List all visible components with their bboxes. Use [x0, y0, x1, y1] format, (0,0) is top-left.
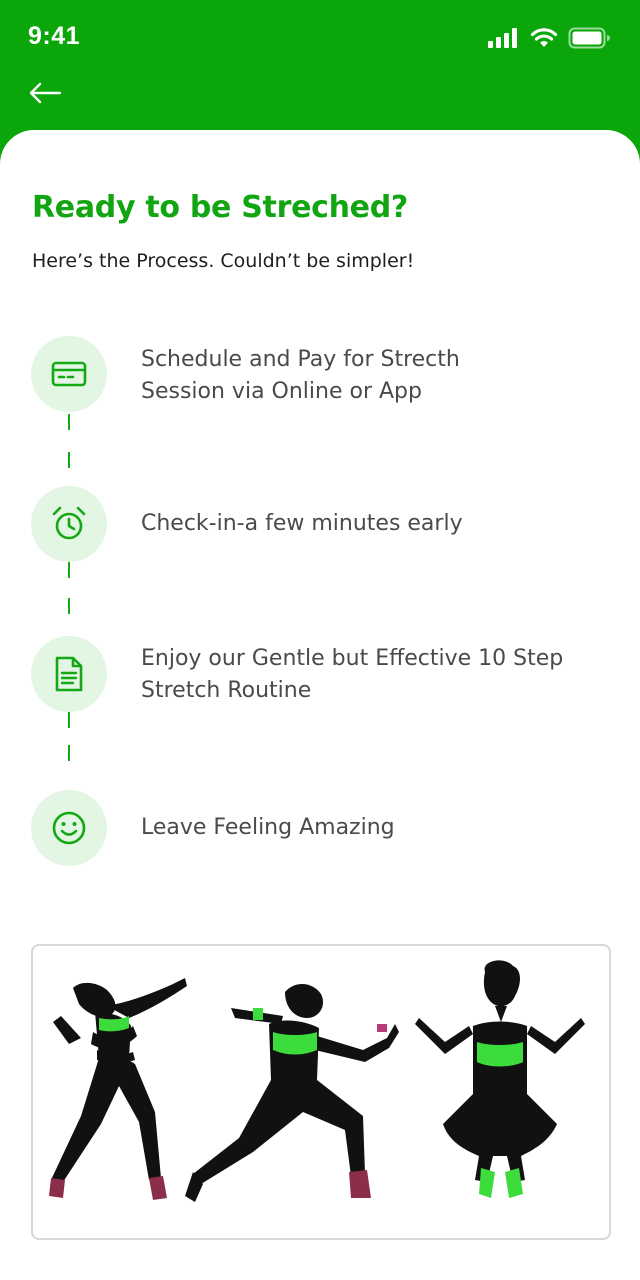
- status-time: 9:41: [28, 22, 81, 50]
- step-icon-circle: [31, 636, 107, 712]
- step-connector: [68, 745, 70, 761]
- step-icon-circle: [31, 790, 107, 866]
- step-text-line: Check-in-a few minutes early: [141, 511, 463, 536]
- step-text-line: Leave Feeling Amazing: [141, 815, 395, 840]
- dancer-silhouette: [415, 960, 585, 1182]
- fitness-image-card: [31, 944, 611, 1240]
- status-icons: [488, 26, 610, 50]
- alarm-clock-icon: [52, 506, 86, 540]
- step-connector: [68, 562, 70, 578]
- smile-icon: [52, 811, 86, 845]
- step-text: Check-in-a few minutes early: [141, 508, 611, 540]
- back-button[interactable]: [28, 76, 66, 110]
- step-text-line: Schedule and Pay for Strecth: [141, 347, 460, 372]
- battery-icon: [568, 27, 610, 49]
- document-icon: [55, 656, 83, 692]
- step-text-line: Stretch Routine: [141, 678, 312, 703]
- page-title: Ready to be Streched?: [32, 190, 408, 225]
- step-icon-circle: [31, 336, 107, 412]
- step-connector: [68, 712, 70, 728]
- step-text: Leave Feeling Amazing: [141, 812, 611, 844]
- arrow-left-icon: [29, 82, 62, 104]
- fitness-silhouettes-image: [49, 960, 585, 1202]
- wifi-icon: [530, 28, 558, 47]
- step-text: Enjoy our Gentle but Effective 10 Step S…: [141, 643, 611, 707]
- step-text-line: Session via Online or App: [141, 379, 422, 404]
- dancer-silhouette: [185, 983, 399, 1202]
- step-icon-circle: [31, 486, 107, 562]
- step-text: Schedule and Pay for Strecth Session via…: [141, 344, 611, 408]
- credit-card-icon: [51, 361, 87, 387]
- signal-icon: [488, 28, 517, 48]
- step-connector: [68, 452, 70, 468]
- step-text-line: Enjoy our Gentle but Effective 10 Step: [141, 646, 564, 671]
- step-connector: [68, 414, 70, 430]
- page-subtitle: Here’s the Process. Couldn’t be simpler!: [32, 250, 415, 272]
- step-connector: [68, 598, 70, 614]
- dancer-silhouette: [49, 978, 187, 1200]
